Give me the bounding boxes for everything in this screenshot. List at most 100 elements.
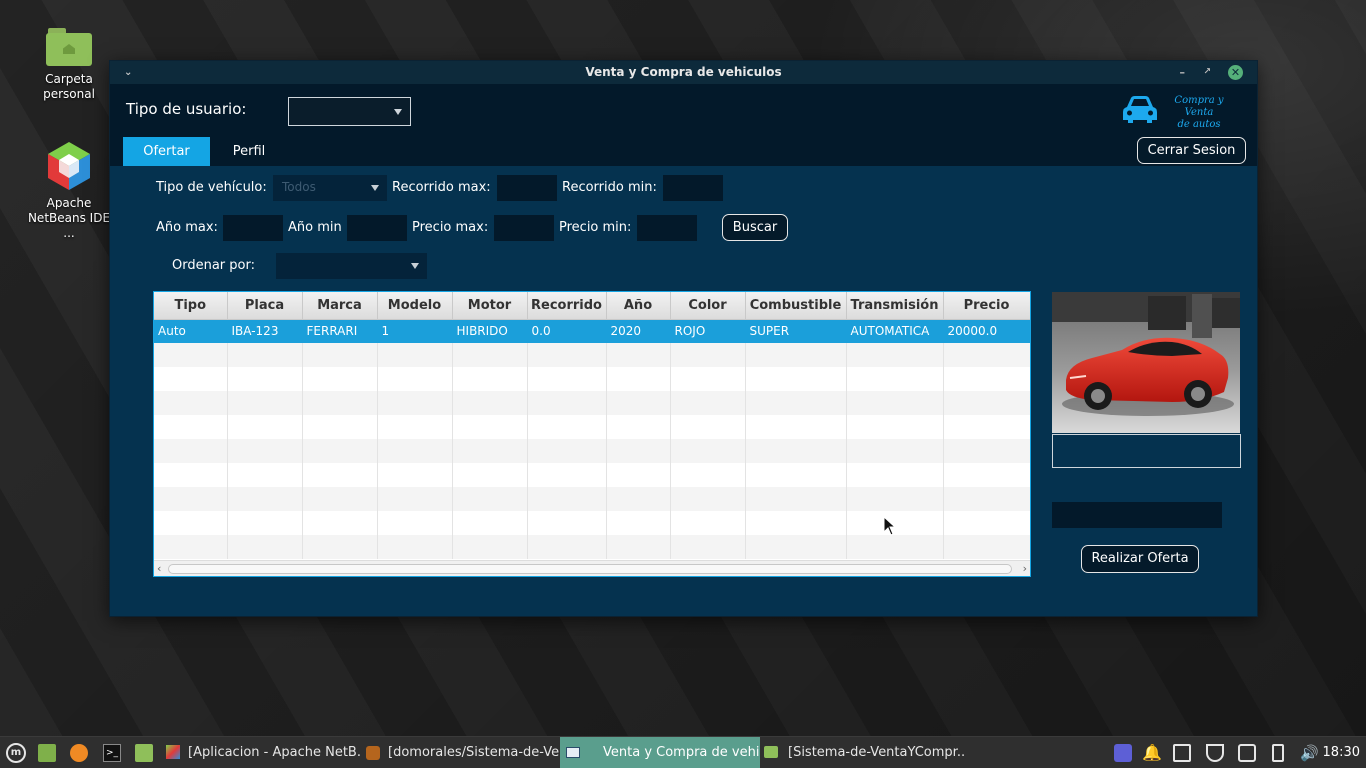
vehicle-image <box>1052 292 1240 433</box>
table-cell <box>745 511 847 535</box>
volume-icon[interactable]: 🔊 <box>1300 744 1319 762</box>
make-offer-button[interactable]: Realizar Oferta <box>1081 545 1199 573</box>
mileage-max-label: Recorrido max: <box>392 180 491 195</box>
table-row-empty[interactable] <box>154 367 1030 391</box>
offer-amount-input[interactable] <box>1052 502 1222 528</box>
table-cell <box>606 487 671 511</box>
column-header[interactable]: Recorrido <box>527 292 607 320</box>
table-row-empty[interactable] <box>154 511 1030 535</box>
menu-icon[interactable]: m <box>6 743 26 763</box>
table-row-empty[interactable] <box>154 487 1030 511</box>
table-cell <box>377 415 453 439</box>
year-max-input[interactable] <box>223 215 283 241</box>
notifications-icon[interactable]: 🔔 <box>1142 744 1162 762</box>
window-titlebar[interactable]: ⌄ Venta y Compra de vehiculos – ↗ ✕ <box>110 61 1257 84</box>
scroll-left-icon[interactable]: ‹ <box>157 562 161 575</box>
vehicles-table[interactable]: Tipo Placa Marca Modelo Motor Recorrido … <box>153 291 1031 577</box>
table-cell <box>745 487 847 511</box>
column-header[interactable]: Motor <box>452 292 528 320</box>
sort-label: Ordenar por: <box>172 258 255 273</box>
table-row-empty[interactable] <box>154 391 1030 415</box>
column-header[interactable]: Precio <box>943 292 1030 320</box>
battery-icon[interactable] <box>1272 744 1284 762</box>
table-cell <box>452 343 528 367</box>
table-cell <box>846 415 944 439</box>
taskbar-item[interactable]: [domorales/Sistema-de-Ve... <box>360 737 560 768</box>
table-cell <box>745 415 847 439</box>
table-row-empty[interactable] <box>154 343 1030 367</box>
vehicle-type-select[interactable]: Todos <box>273 175 387 201</box>
horizontal-scrollbar[interactable]: ‹ › <box>154 560 1030 576</box>
home-folder-icon <box>46 28 92 66</box>
logout-button[interactable]: Cerrar Sesion <box>1137 137 1246 164</box>
price-max-input[interactable] <box>494 215 554 241</box>
table-cell: FERRARI <box>302 319 378 343</box>
table-row-empty[interactable] <box>154 415 1030 439</box>
table-cell <box>943 367 1030 391</box>
tab-ofertar[interactable]: Ofertar <box>123 137 210 166</box>
table-cell: IBA-123 <box>227 319 303 343</box>
window-icon[interactable] <box>1238 744 1256 762</box>
scroll-right-icon[interactable]: › <box>1023 562 1027 575</box>
close-icon[interactable]: ✕ <box>1228 65 1243 80</box>
taskbar-item-label: [Aplicacion - Apache NetB... <box>188 745 360 760</box>
column-header[interactable]: Transmisión <box>846 292 944 320</box>
column-header[interactable]: Marca <box>302 292 378 320</box>
table-cell <box>943 535 1030 559</box>
table-cell <box>452 511 528 535</box>
column-header[interactable]: Tipo <box>154 292 228 320</box>
column-header[interactable]: Placa <box>227 292 303 320</box>
shield-icon[interactable] <box>1206 744 1224 762</box>
scrollbar-thumb[interactable] <box>168 564 1012 574</box>
table-row-empty[interactable] <box>154 463 1030 487</box>
minimize-icon[interactable]: – <box>1180 61 1186 84</box>
table-row[interactable]: Auto IBA-123 FERRARI 1 HIBRIDO 0.0 2020 … <box>154 319 1030 343</box>
firefox-icon[interactable] <box>70 744 88 762</box>
sort-select[interactable] <box>276 253 427 279</box>
taskbar-item-active[interactable]: Venta y Compra de vehi... <box>560 737 760 768</box>
netbeans-icon <box>166 745 180 759</box>
tab-perfil[interactable]: Perfil <box>210 137 288 166</box>
table-cell <box>606 391 671 415</box>
table-cell <box>846 439 944 463</box>
search-button[interactable]: Buscar <box>722 214 788 241</box>
table-cell: 2020 <box>606 319 671 343</box>
table-cell <box>227 463 303 487</box>
table-cell <box>527 535 607 559</box>
table-cell <box>527 487 607 511</box>
user-type-select[interactable] <box>288 97 411 126</box>
column-header[interactable]: Combustible <box>745 292 847 320</box>
table-cell <box>606 367 671 391</box>
table-cell: HIBRIDO <box>452 319 528 343</box>
table-cell <box>227 415 303 439</box>
year-min-input[interactable] <box>347 215 407 241</box>
window-menu-icon[interactable]: ⌄ <box>124 61 132 84</box>
table-cell <box>154 343 228 367</box>
files-icon[interactable] <box>135 744 153 762</box>
clock[interactable]: 18:30 <box>1323 737 1360 768</box>
terminal-icon[interactable]: >_ <box>103 744 121 762</box>
vehicle-image-caption <box>1052 434 1241 468</box>
column-header[interactable]: Modelo <box>377 292 453 320</box>
teams-icon[interactable] <box>1114 744 1132 762</box>
desktop-icon-netbeans[interactable]: Apache NetBeans IDE ... <box>24 140 114 241</box>
taskbar-item[interactable]: [Aplicacion - Apache NetB... <box>160 737 360 768</box>
java-window-icon <box>566 747 580 758</box>
table-cell <box>227 511 303 535</box>
show-desktop-icon[interactable] <box>38 744 56 762</box>
table-row-empty[interactable] <box>154 439 1030 463</box>
column-header[interactable]: Color <box>670 292 746 320</box>
column-header[interactable]: Año <box>606 292 671 320</box>
mileage-max-input[interactable] <box>497 175 557 201</box>
taskbar-item[interactable]: [Sistema-de-VentaYCompr... <box>760 737 965 768</box>
desktop-icon-home-folder[interactable]: Carpeta personal <box>24 28 114 102</box>
clipboard-icon[interactable] <box>1173 744 1191 762</box>
mileage-min-input[interactable] <box>663 175 723 201</box>
window-title: Venta y Compra de vehiculos <box>585 65 782 79</box>
table-cell <box>846 535 944 559</box>
chevron-down-icon <box>371 185 379 191</box>
price-min-input[interactable] <box>637 215 697 241</box>
price-min-label: Precio min: <box>559 220 632 235</box>
table-row-empty[interactable] <box>154 535 1030 559</box>
maximize-icon[interactable]: ↗ <box>1203 61 1211 84</box>
